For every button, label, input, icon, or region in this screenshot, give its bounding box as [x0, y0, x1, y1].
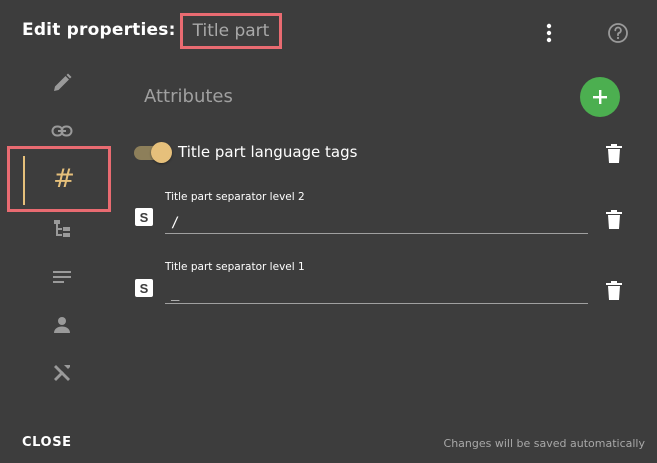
separator-level-1-input[interactable]: [165, 282, 588, 304]
delete-separator-level-2-icon[interactable]: [605, 210, 623, 230]
active-item-highlight: [7, 146, 111, 212]
tools-icon[interactable]: [50, 361, 74, 385]
pencil-icon[interactable]: [50, 71, 74, 95]
toggle-label: Title part language tags: [178, 143, 358, 161]
text-lines-icon[interactable]: [50, 265, 74, 289]
hierarchy-icon[interactable]: [50, 217, 74, 241]
person-icon[interactable]: [50, 313, 74, 337]
string-type-badge: S: [135, 279, 153, 297]
separator-level-2-input[interactable]: [165, 212, 588, 234]
kebab-menu-icon[interactable]: [540, 22, 558, 44]
string-type-badge: S: [135, 208, 153, 226]
close-button[interactable]: CLOSE: [22, 435, 72, 450]
separator-level-1-label: Title part separator level 1: [165, 261, 305, 273]
entity-name: Title part: [192, 21, 270, 41]
entity-name-highlight: Title part: [180, 13, 282, 49]
dialog-title: Edit properties:: [22, 20, 176, 40]
link-icon[interactable]: [50, 119, 74, 143]
toggle-knob[interactable]: [151, 142, 172, 163]
plus-icon: [593, 90, 607, 104]
help-circle-icon[interactable]: [606, 21, 630, 45]
delete-separator-level-1-icon[interactable]: [605, 281, 623, 301]
separator-level-2-label: Title part separator level 2: [165, 191, 305, 203]
add-attribute-button[interactable]: [580, 77, 620, 117]
attributes-heading: Attributes: [144, 86, 233, 107]
delete-language-tags-icon[interactable]: [605, 144, 623, 164]
autosave-note: Changes will be saved automatically: [443, 437, 645, 450]
